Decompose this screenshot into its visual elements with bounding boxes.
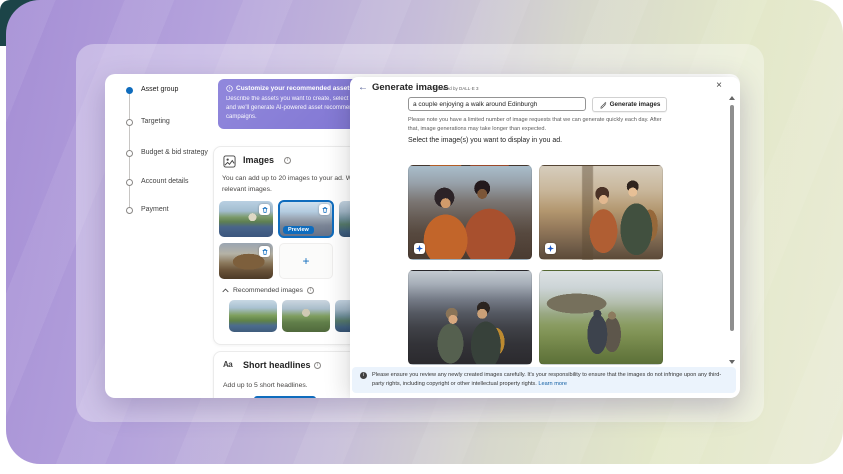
preview-badge[interactable]: Preview bbox=[283, 226, 314, 234]
short-headlines-info-icon[interactable]: i bbox=[314, 362, 321, 369]
text-icon: Aa bbox=[223, 360, 232, 369]
recommended-thumbnail-valley-castle[interactable] bbox=[282, 300, 330, 332]
back-icon[interactable]: ← bbox=[358, 82, 368, 93]
generated-image-couple-smiling-edinburgh-street[interactable] bbox=[408, 165, 532, 260]
tooltip-title: Customize your recommended assets bbox=[236, 85, 353, 92]
step-dot-asset-group[interactable] bbox=[126, 87, 133, 94]
select-images-label: Select the image(s) you want to display … bbox=[408, 137, 562, 144]
sidebar-item-asset-group[interactable]: Asset group bbox=[141, 86, 178, 93]
plus-icon: + bbox=[302, 254, 309, 268]
powered-by-label: Powered by DALL·E 3 bbox=[434, 86, 479, 91]
images-info-icon[interactable]: i bbox=[284, 157, 291, 164]
sidebar-item-targeting[interactable]: Targeting bbox=[141, 118, 170, 125]
step-dot-targeting[interactable] bbox=[126, 119, 133, 126]
close-icon[interactable]: × bbox=[716, 80, 722, 91]
lightbulb-icon bbox=[226, 85, 233, 92]
step-dot-payment[interactable] bbox=[126, 207, 133, 214]
delete-image-icon[interactable] bbox=[259, 246, 270, 257]
recommended-info-icon[interactable]: i bbox=[307, 287, 314, 294]
image-icon bbox=[223, 155, 236, 168]
generate-images-button-label: Generate images bbox=[610, 101, 661, 108]
recommended-images-toggle[interactable]: Recommended images i bbox=[222, 287, 314, 294]
sidebar-item-account-details[interactable]: Account details bbox=[141, 178, 188, 185]
image-thumbnail-city-skyline[interactable]: Preview bbox=[279, 201, 333, 237]
scroll-up-arrow[interactable] bbox=[729, 96, 735, 100]
sidebar-item-payment[interactable]: Payment bbox=[141, 206, 169, 213]
delete-image-icon[interactable] bbox=[319, 204, 330, 215]
scroll-down-arrow[interactable] bbox=[729, 360, 735, 364]
generated-image-couple-overlook-castle-meadow[interactable] bbox=[539, 270, 663, 365]
generate-images-panel: ← Generate images Powered by DALL·E 3 × … bbox=[350, 77, 740, 398]
info-icon: i bbox=[360, 372, 367, 379]
recommended-thumbnail-green-loch[interactable] bbox=[229, 300, 277, 332]
short-headlines-title: Short headlines bbox=[243, 360, 311, 370]
prompt-input[interactable] bbox=[408, 97, 586, 111]
delete-image-icon[interactable] bbox=[259, 204, 270, 215]
sidebar-item-budget[interactable]: Budget & bid strategy bbox=[141, 149, 208, 156]
recommended-images-label: Recommended images bbox=[233, 287, 303, 294]
ai-generated-badge bbox=[545, 243, 556, 254]
images-card-title: Images bbox=[243, 155, 274, 165]
ai-generated-badge bbox=[414, 243, 425, 254]
generated-image-couple-backpacks-old-town[interactable] bbox=[539, 165, 663, 260]
primary-button-partial[interactable] bbox=[254, 396, 316, 398]
app-window: Asset group Targeting Budget & bid strat… bbox=[105, 74, 740, 398]
add-image-button[interactable]: + bbox=[279, 243, 333, 279]
page-background: Asset group Targeting Budget & bid strat… bbox=[0, 0, 843, 474]
scrollbar-thumb[interactable] bbox=[730, 105, 734, 331]
rate-limit-note: Please note you have a limited number of… bbox=[408, 116, 674, 134]
ai-pen-icon bbox=[599, 101, 607, 109]
step-dot-budget[interactable] bbox=[126, 150, 133, 157]
generated-images-grid bbox=[408, 165, 663, 365]
step-dot-account-details[interactable] bbox=[126, 179, 133, 186]
learn-more-link[interactable]: Learn more bbox=[538, 381, 567, 387]
image-thumbnail-loch-castle[interactable] bbox=[219, 201, 273, 237]
review-info-bar: i Please ensure you review any newly cre… bbox=[352, 367, 736, 393]
chevron-up-icon bbox=[222, 288, 229, 293]
generate-images-button[interactable]: Generate images bbox=[592, 97, 667, 112]
generated-image-couple-overlooking-city-spires[interactable] bbox=[408, 270, 532, 365]
image-thumbnail-castle-rock[interactable] bbox=[219, 243, 273, 279]
